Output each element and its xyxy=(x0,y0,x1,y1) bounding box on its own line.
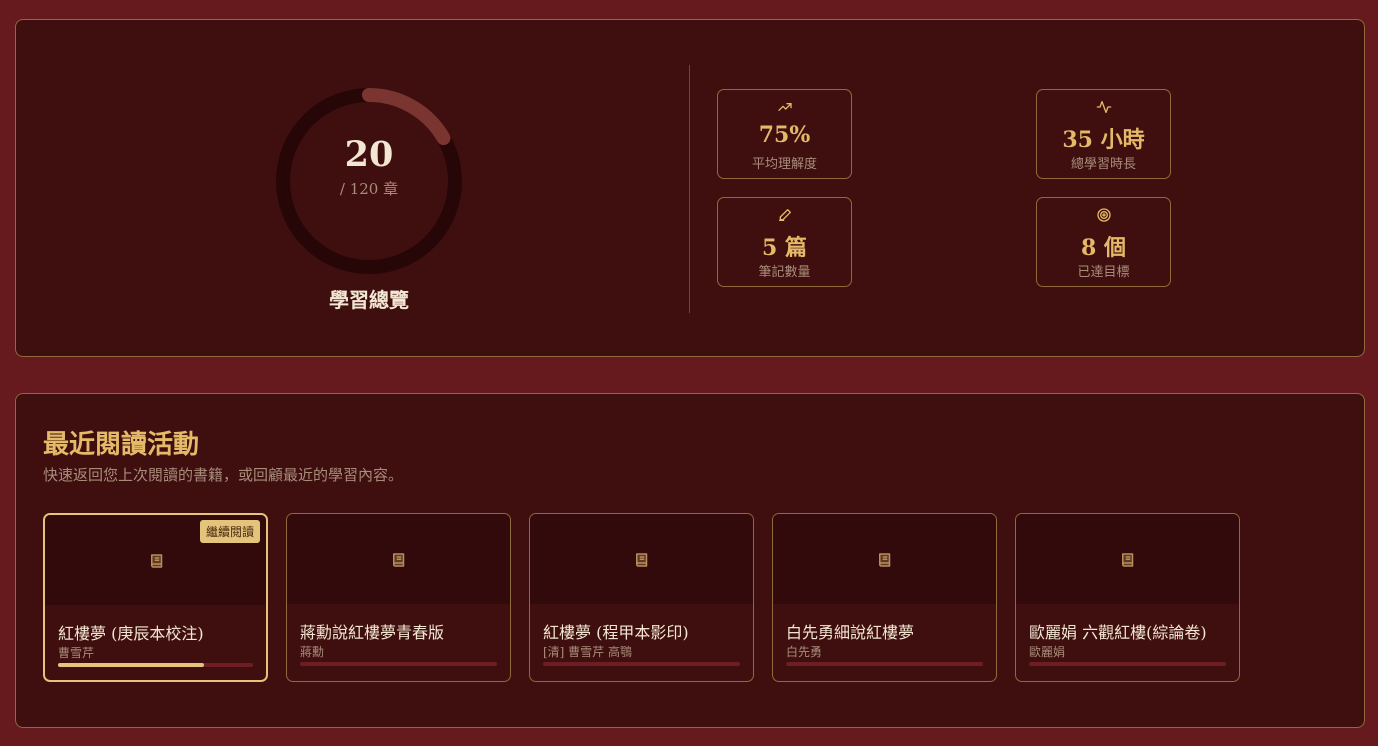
book-card[interactable]: 紅樓夢 (程甲本影印) [清] 曹雪芹 高鶚 xyxy=(529,513,754,682)
chapters-read-count: 20 xyxy=(344,134,394,175)
stat-value: 75% xyxy=(758,122,811,148)
progress-ring: 20 / 120 章 xyxy=(254,66,484,296)
book-cover: 繼續閱讀 xyxy=(45,515,266,605)
stat-label: 已達目標 xyxy=(1077,265,1130,280)
stat-value: 35 小時 xyxy=(1062,127,1145,153)
reading-progress-bar xyxy=(543,662,740,666)
stat-study-time: 35 小時 總學習時長 xyxy=(1036,89,1171,179)
continue-reading-badge[interactable]: 繼續閱讀 xyxy=(199,520,260,543)
stat-label: 平均理解度 xyxy=(751,157,817,172)
reading-progress-bar xyxy=(300,662,497,666)
overview-panel: 20 / 120 章 學習總覽 75% 平均理解度 35 小時 總學習時長 5 … xyxy=(15,19,1365,357)
book-author: [清] 曹雪芹 高鶚 xyxy=(543,645,632,659)
book-cover xyxy=(530,514,753,604)
book-author: 曹雪芹 xyxy=(58,646,95,660)
stat-value: 5 篇 xyxy=(762,235,807,261)
book-icon xyxy=(1122,553,1134,567)
reading-progress-bar xyxy=(786,662,983,666)
target-icon xyxy=(1097,208,1111,222)
stat-notes: 5 篇 筆記數量 xyxy=(717,197,852,287)
book-author: 歐麗娟 xyxy=(1029,645,1066,659)
stat-label: 筆記數量 xyxy=(758,265,811,280)
book-icon xyxy=(393,553,405,567)
book-title: 白先勇細說紅樓夢 xyxy=(786,623,915,642)
book-title: 歐麗娟 六觀紅樓(綜論卷) xyxy=(1029,623,1207,642)
book-icon xyxy=(151,554,163,568)
book-cover xyxy=(287,514,510,604)
book-card[interactable]: 歐麗娟 六觀紅樓(綜論卷) 歐麗娟 xyxy=(1015,513,1240,682)
book-title: 紅樓夢 (程甲本影印) xyxy=(543,623,689,642)
reading-progress-bar xyxy=(1029,662,1226,666)
trending-up-icon xyxy=(778,103,792,111)
recent-activity-panel: 最近閱讀活動 快速返回您上次閱讀的書籍，或回顧最近的學習內容。 繼續閱讀 紅樓夢… xyxy=(15,393,1365,728)
reading-progress-bar xyxy=(58,663,253,667)
reading-progress-fill xyxy=(58,663,205,667)
book-icon xyxy=(879,553,891,567)
book-icon xyxy=(636,553,648,567)
book-card[interactable]: 蔣勳說紅樓夢青春版 蔣勳 xyxy=(286,513,511,682)
stat-goals: 8 個 已達目標 xyxy=(1036,197,1171,287)
pen-icon xyxy=(779,209,791,221)
book-title: 紅樓夢 (庚辰本校注) xyxy=(58,624,204,643)
overview-caption: 學習總覽 xyxy=(329,288,409,312)
stat-comprehension: 75% 平均理解度 xyxy=(717,89,852,179)
book-title: 蔣勳說紅樓夢青春版 xyxy=(300,623,445,642)
divider xyxy=(689,65,690,313)
book-card[interactable]: 白先勇細說紅樓夢 白先勇 xyxy=(772,513,997,682)
section-subtitle: 快速返回您上次閱讀的書籍，或回顧最近的學習內容。 xyxy=(43,466,404,484)
section-title: 最近閱讀活動 xyxy=(43,430,200,460)
stat-value: 8 個 xyxy=(1081,235,1126,261)
activity-icon xyxy=(1096,101,1112,113)
book-author: 蔣勳 xyxy=(300,645,325,659)
chapters-total: / 120 章 xyxy=(339,180,399,198)
book-cover xyxy=(1016,514,1239,604)
book-card[interactable]: 繼續閱讀 紅樓夢 (庚辰本校注) 曹雪芹 xyxy=(43,513,268,682)
book-cover xyxy=(773,514,996,604)
stat-label: 總學習時長 xyxy=(1070,157,1136,172)
book-author: 白先勇 xyxy=(786,645,823,659)
